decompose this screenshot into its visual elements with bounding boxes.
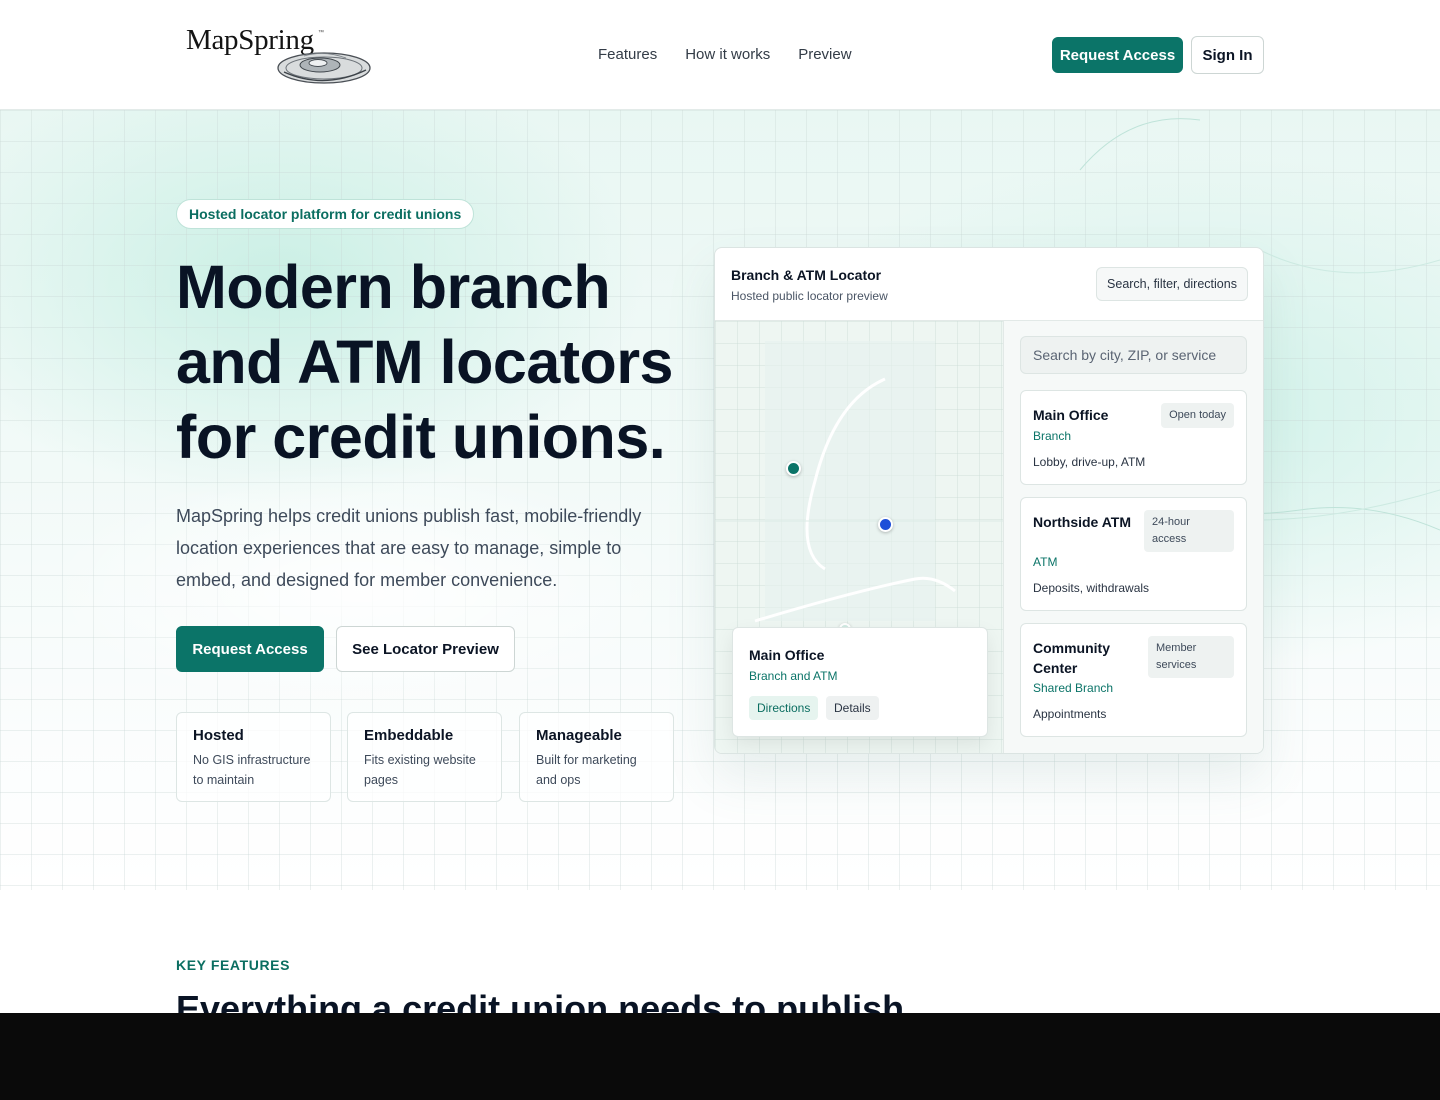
- feature-card-text: Built for marketing and ops: [536, 753, 637, 787]
- location-search-input[interactable]: [1020, 336, 1247, 374]
- site-header: MapSpring ™ Features How it works Previe…: [0, 0, 1440, 110]
- location-item-community-center[interactable]: Community Center Shared Branch Appointme…: [1020, 623, 1247, 737]
- hero-title: Modern branch and ATM locators for credi…: [176, 253, 673, 471]
- location-item-main-office[interactable]: Main Office Branch Lobby, drive-up, ATM …: [1020, 390, 1247, 485]
- location-type: Branch: [1033, 429, 1072, 443]
- directions-button[interactable]: Directions: [749, 696, 819, 720]
- popup-subtitle: Branch and ATM: [749, 669, 838, 683]
- location-status-badge: Open today: [1161, 403, 1234, 428]
- sign-in-button[interactable]: Sign In: [1191, 36, 1264, 74]
- feature-card-text: No GIS infrastructure to maintain: [193, 753, 311, 787]
- hero-pill-badge: Hosted locator platform for credit union…: [176, 199, 475, 229]
- location-name: Northside ATM: [1033, 514, 1131, 530]
- details-button[interactable]: Details: [826, 696, 879, 720]
- locator-preview-card: Branch & ATM Locator Hosted public locat…: [714, 247, 1264, 754]
- location-services: Deposits, withdrawals: [1033, 581, 1150, 595]
- viewport-bottom-bar: [0, 1013, 1440, 1100]
- location-list-panel: Main Office Branch Lobby, drive-up, ATM …: [1003, 321, 1263, 753]
- feature-card-embeddable: Embeddable Fits existing website pages: [347, 712, 502, 802]
- location-type: Shared Branch: [1033, 681, 1114, 695]
- locator-feature-chip[interactable]: Search, filter, directions: [1096, 267, 1248, 301]
- locator-header: Branch & ATM Locator Hosted public locat…: [715, 248, 1263, 321]
- nav-link-how-it-works[interactable]: How it works: [685, 46, 770, 63]
- feature-card-text: Fits existing website pages: [364, 753, 476, 787]
- location-services: Appointments: [1033, 707, 1107, 721]
- location-name: Community Center: [1033, 640, 1110, 676]
- location-services: Lobby, drive-up, ATM: [1033, 455, 1146, 469]
- nav-link-preview[interactable]: Preview: [798, 46, 851, 63]
- location-status-badge: Member services: [1148, 636, 1234, 678]
- locator-map[interactable]: Main Office Branch and ATM Directions De…: [715, 321, 1003, 753]
- map-location-popup: Main Office Branch and ATM Directions De…: [732, 627, 988, 737]
- nav-link-features[interactable]: Features: [598, 46, 657, 63]
- location-item-northside-atm[interactable]: Northside ATM ATM Deposits, withdrawals …: [1020, 497, 1247, 611]
- header-request-access-button[interactable]: Request Access: [1052, 37, 1183, 73]
- see-locator-preview-button[interactable]: See Locator Preview: [336, 626, 515, 672]
- feature-card-title: Manageable: [536, 727, 622, 744]
- location-name: Main Office: [1033, 407, 1109, 423]
- location-status-badge: 24-hour access: [1144, 510, 1234, 552]
- feature-card-hosted: Hosted No GIS infrastructure to maintain: [176, 712, 331, 802]
- locator-subtitle: Hosted public locator preview: [731, 289, 888, 303]
- hero-section: Hosted locator platform for credit union…: [0, 110, 1440, 890]
- map-pin-main-office[interactable]: [786, 461, 801, 476]
- main-nav: Features How it works Preview: [598, 46, 852, 63]
- feature-card-title: Embeddable: [364, 727, 454, 744]
- feature-card-manageable: Manageable Built for marketing and ops: [519, 712, 674, 802]
- feature-card-title: Hosted: [193, 727, 244, 744]
- mapspring-logo[interactable]: MapSpring ™: [186, 20, 378, 90]
- hero-request-access-button[interactable]: Request Access: [176, 626, 324, 672]
- popup-title: Main Office: [749, 647, 825, 663]
- locator-title: Branch & ATM Locator: [731, 267, 882, 283]
- section-title: Everything a credit union needs to publi…: [176, 988, 905, 1013]
- hero-description: MapSpring helps credit unions publish fa…: [176, 506, 642, 590]
- map-pin-northside-atm[interactable]: [878, 517, 893, 532]
- location-type: ATM: [1033, 555, 1058, 569]
- logo-trademark: ™: [318, 30, 324, 36]
- section-eyebrow: KEY FEATURES: [176, 957, 291, 973]
- key-features-section: KEY FEATURES Everything a credit union n…: [0, 890, 1440, 1013]
- spring-disc-icon: [277, 52, 371, 84]
